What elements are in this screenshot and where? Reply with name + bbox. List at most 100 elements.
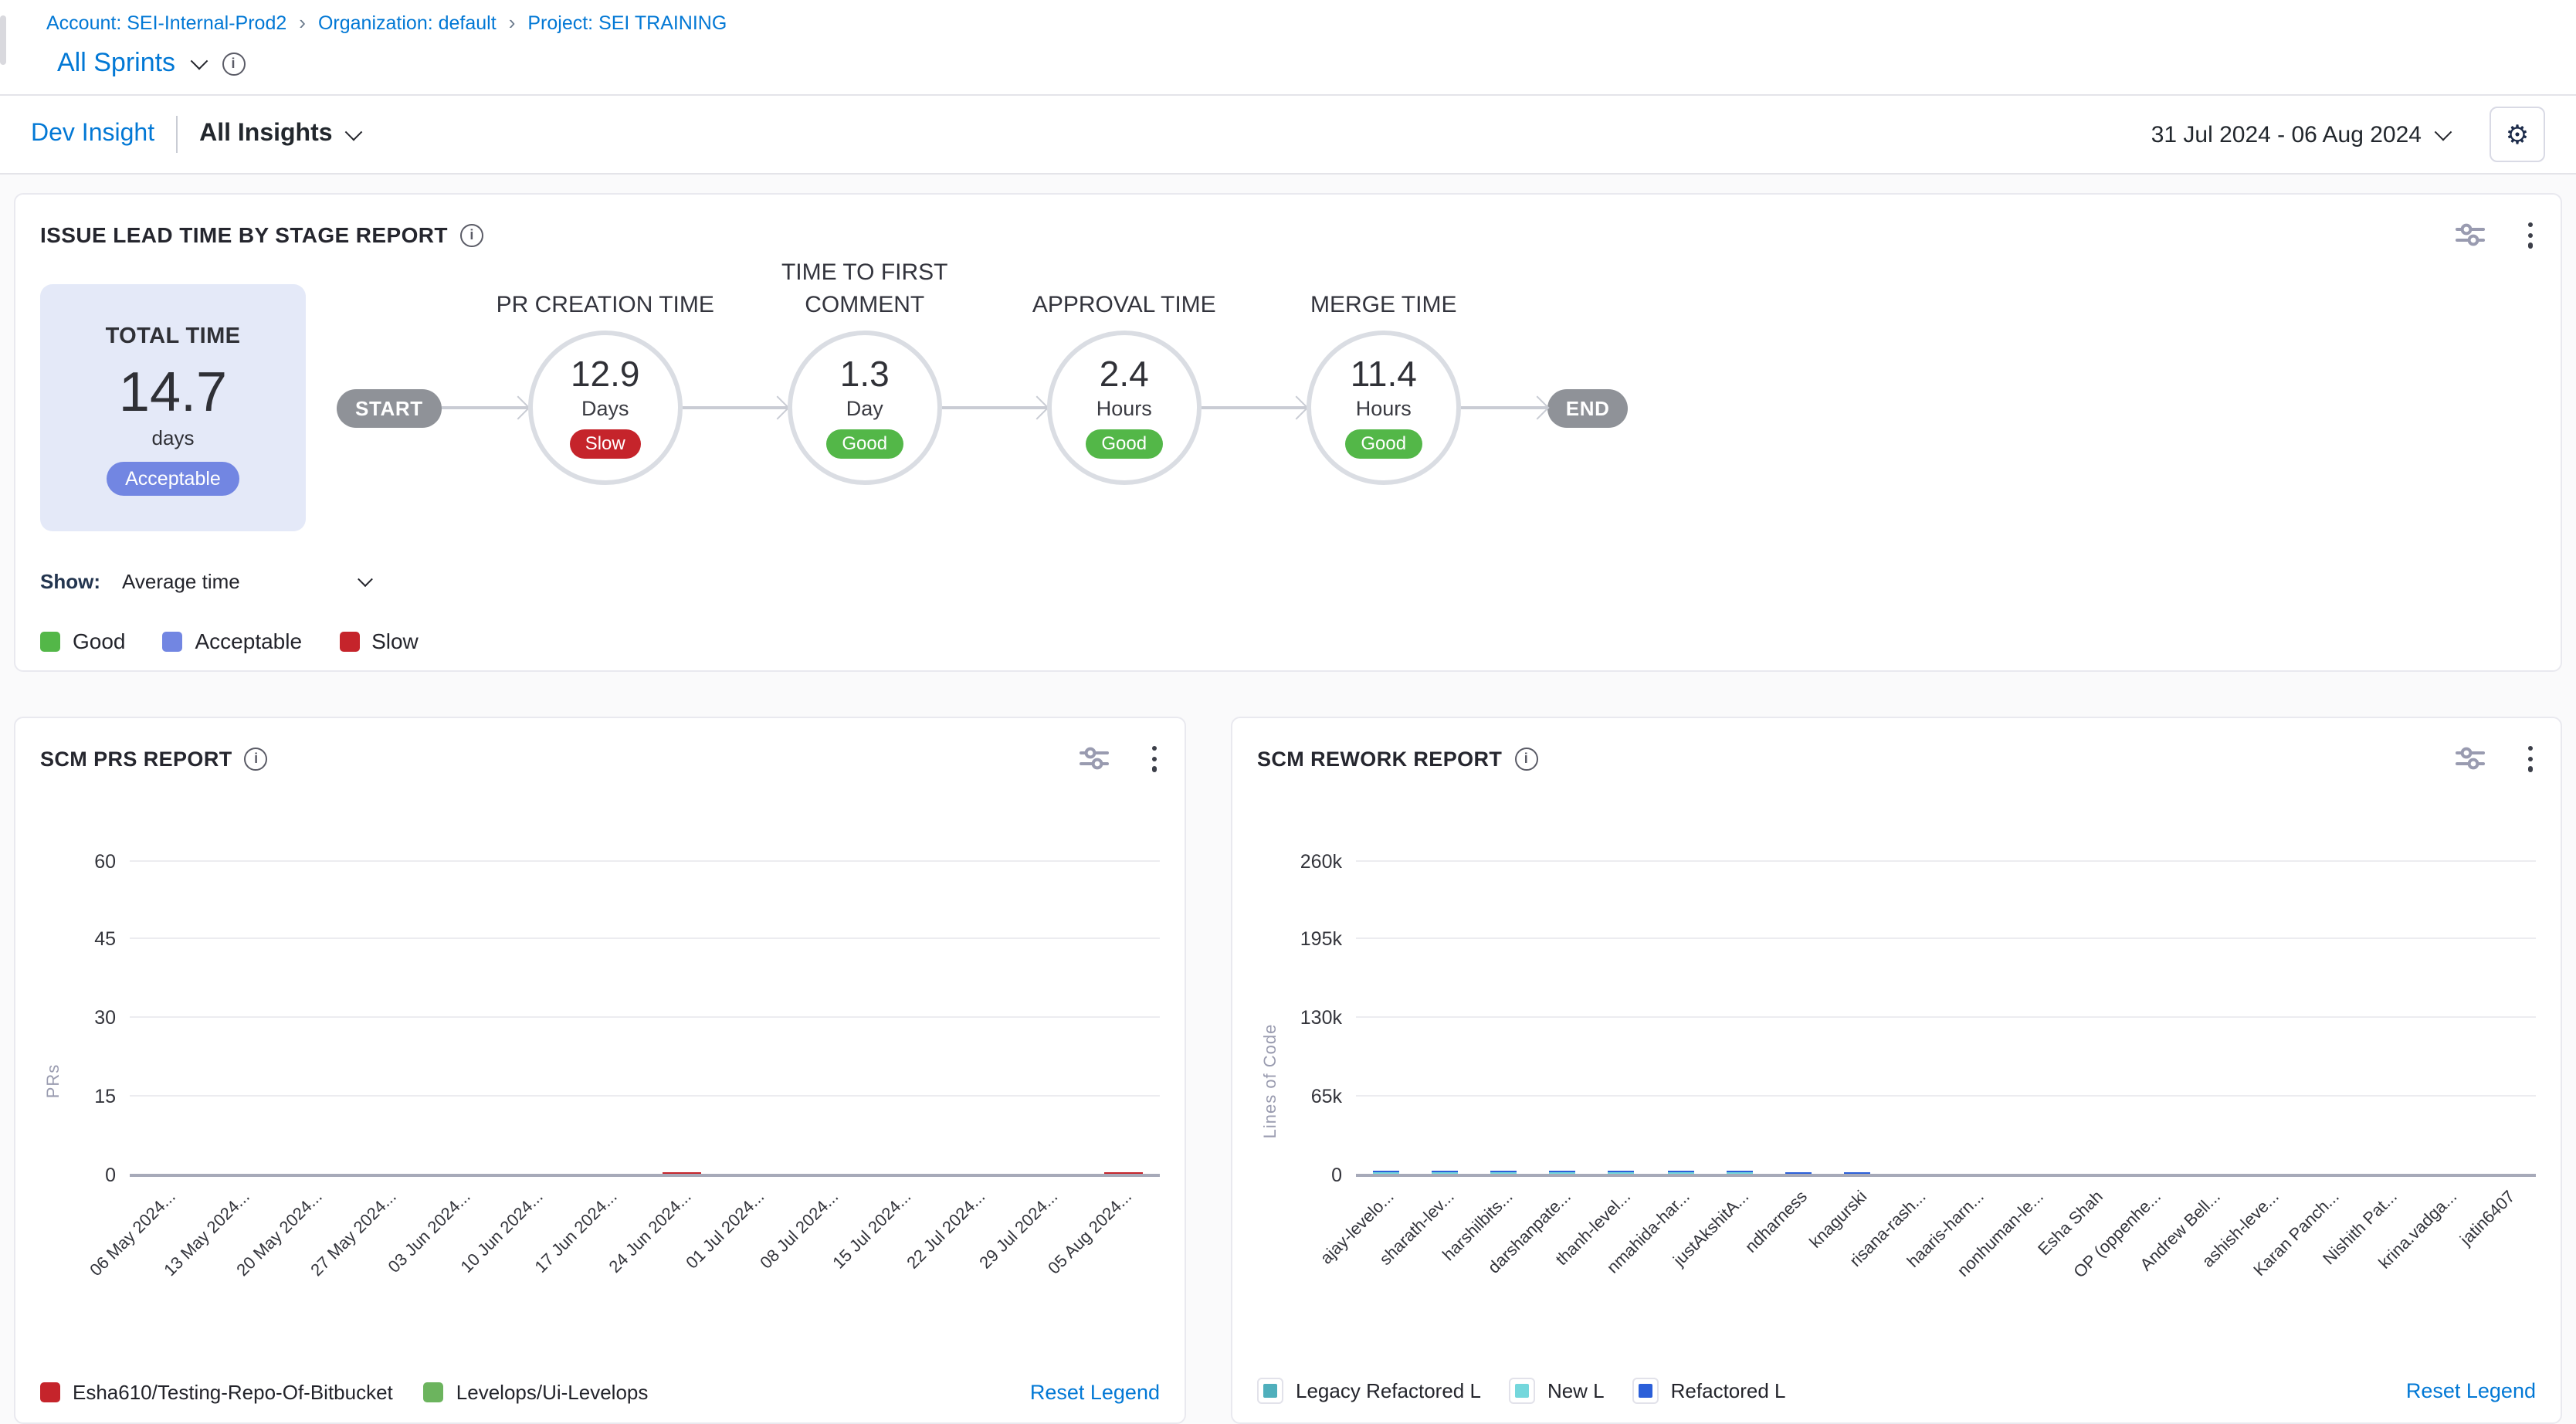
y-tick-label: 0 (105, 1164, 116, 1185)
info-icon[interactable]: i (222, 52, 245, 75)
bar-column[interactable] (1946, 861, 2005, 1175)
legend-item: Good (40, 629, 126, 653)
legend-items: Legacy Refactored L New L Refactored L (1257, 1378, 1786, 1404)
stage-circle[interactable]: 2.4HoursGood (1047, 331, 1202, 485)
bar-column[interactable] (1651, 861, 1710, 1175)
stage-circle[interactable]: 12.9DaysSlow (528, 331, 683, 485)
bar-column[interactable] (1356, 861, 1415, 1175)
bar-column[interactable] (2005, 861, 2063, 1175)
lead-time-flow: STARTPR CREATION TIME12.9DaysSlowTIME TO… (337, 331, 1628, 485)
y-tick-label: 0 (1331, 1164, 1342, 1185)
y-axis-ticks: 015304560 (68, 861, 130, 1175)
legend-item[interactable]: Legacy Refactored L (1257, 1378, 1481, 1404)
plot-area (1356, 861, 2536, 1175)
bar-column[interactable] (277, 861, 351, 1175)
bar-column[interactable] (1415, 861, 1473, 1175)
sprint-selector[interactable]: All Sprints i (57, 48, 245, 79)
bar-column[interactable] (2241, 861, 2300, 1175)
bar-column[interactable] (1887, 861, 1946, 1175)
legend-swatch (1257, 1378, 1283, 1404)
breadcrumb-org-link[interactable]: Organization: default (318, 12, 497, 33)
bar-column[interactable] (2477, 861, 2536, 1175)
reset-legend-link[interactable]: Reset Legend (2406, 1379, 2536, 1402)
kebab-menu-button[interactable] (2525, 219, 2536, 251)
chart-legend: Legacy Refactored L New L Refactored L Res… (1257, 1378, 2536, 1404)
bar-column[interactable] (718, 861, 791, 1175)
stage-circle[interactable]: 1.3DayGood (788, 331, 942, 485)
legend-item: Acceptable (163, 629, 303, 653)
settings-button[interactable]: ⚙ (2490, 107, 2545, 162)
legend-item[interactable]: Esha610/Testing-Repo-Of-Bitbucket (40, 1381, 393, 1404)
legend-item[interactable]: Levelops/Ui-Levelops (424, 1381, 649, 1404)
flow-arrow-icon (942, 398, 1047, 417)
show-metric-select[interactable]: Show: Average time (40, 570, 371, 593)
scm-rework-chart: Lines of Code 065k130k195k260k ajay-leve… (1257, 861, 2536, 1301)
bar-column[interactable] (2123, 861, 2181, 1175)
bar-column[interactable] (2182, 861, 2241, 1175)
panel-actions (2456, 219, 2536, 251)
bar-column[interactable] (2418, 861, 2476, 1175)
legend-label: New L (1547, 1379, 1605, 1402)
filter-sliders-button[interactable] (2456, 747, 2485, 771)
y-tick-label: 65k (1311, 1086, 1342, 1107)
total-time-title: TOTAL TIME (106, 324, 241, 349)
stage-circle[interactable]: 11.4HoursGood (1307, 331, 1461, 485)
bar-column[interactable] (1533, 861, 1591, 1175)
legend-item[interactable]: Refactored L (1632, 1378, 1786, 1404)
bar-column[interactable] (424, 861, 497, 1175)
bar-column[interactable] (2300, 861, 2359, 1175)
bar-column[interactable] (203, 861, 276, 1175)
info-icon[interactable]: i (460, 224, 483, 247)
bar-column[interactable] (497, 861, 571, 1175)
stage-value: 1.3 (840, 356, 890, 392)
bar-column[interactable] (1012, 861, 1086, 1175)
info-icon[interactable]: i (245, 748, 268, 771)
bar-column[interactable] (1086, 861, 1160, 1175)
plot-column: 06 May 2024...13 May 2024...20 May 2024.… (130, 861, 1160, 1301)
bar-column[interactable] (939, 861, 1012, 1175)
insights-dropdown[interactable]: All Insights (199, 120, 360, 148)
sliders-icon (2456, 223, 2485, 248)
bar-column[interactable] (1769, 861, 1828, 1175)
bar-column[interactable] (130, 861, 203, 1175)
bar-column[interactable] (792, 861, 866, 1175)
bar-column[interactable] (866, 861, 939, 1175)
reset-legend-link[interactable]: Reset Legend (1030, 1381, 1160, 1404)
bar-column[interactable] (1592, 861, 1651, 1175)
kebab-menu-button[interactable] (1149, 743, 1160, 775)
app-root: Account: SEI-Internal-Prod2 › Organizati… (0, 0, 2576, 1412)
charts-row: SCM PRS REPORT i (14, 717, 2562, 1424)
bar-column[interactable] (645, 861, 718, 1175)
breadcrumb-project-link[interactable]: Project: SEI TRAINING (527, 12, 727, 33)
end-node: END (1547, 388, 1629, 427)
breadcrumb-account-link[interactable]: Account: SEI-Internal-Prod2 (46, 12, 286, 33)
kebab-menu-button[interactable] (2525, 743, 2536, 775)
y-tick-label: 195k (1300, 929, 1342, 951)
bar-column[interactable] (2064, 861, 2123, 1175)
info-icon[interactable]: i (1514, 748, 1537, 771)
bar-column[interactable] (351, 861, 424, 1175)
date-range-picker[interactable]: 31 Jul 2024 - 06 Aug 2024 (2151, 121, 2449, 147)
y-axis-title: Lines of Code (1257, 861, 1285, 1301)
legend-items: Esha610/Testing-Repo-Of-Bitbucket Levelop… (40, 1381, 648, 1404)
bar-column[interactable] (1828, 861, 1886, 1175)
dev-insight-link[interactable]: Dev Insight (31, 120, 154, 148)
panel-actions (2456, 743, 2536, 775)
bar-column[interactable] (1710, 861, 1768, 1175)
insights-dropdown-label: All Insights (199, 120, 332, 148)
bar-column[interactable] (571, 861, 645, 1175)
stage-unit: Hours (1096, 396, 1152, 419)
stage-status-badge: Good (1086, 429, 1162, 459)
divider (176, 116, 178, 153)
chevron-down-icon (358, 571, 374, 587)
bar-column[interactable] (2359, 861, 2418, 1175)
x-axis-labels: 06 May 2024...13 May 2024...20 May 2024.… (130, 1175, 1160, 1301)
legend-item[interactable]: New L (1509, 1378, 1605, 1404)
bar-column[interactable] (1474, 861, 1533, 1175)
filter-sliders-button[interactable] (1080, 747, 1109, 771)
filter-sliders-button[interactable] (2456, 223, 2485, 248)
stage-value: 11.4 (1351, 356, 1417, 392)
legend-label: Refactored L (1671, 1379, 1786, 1402)
total-time-unit: days (152, 426, 195, 449)
panel-title: ISSUE LEAD TIME BY STAGE REPORT (40, 223, 448, 248)
